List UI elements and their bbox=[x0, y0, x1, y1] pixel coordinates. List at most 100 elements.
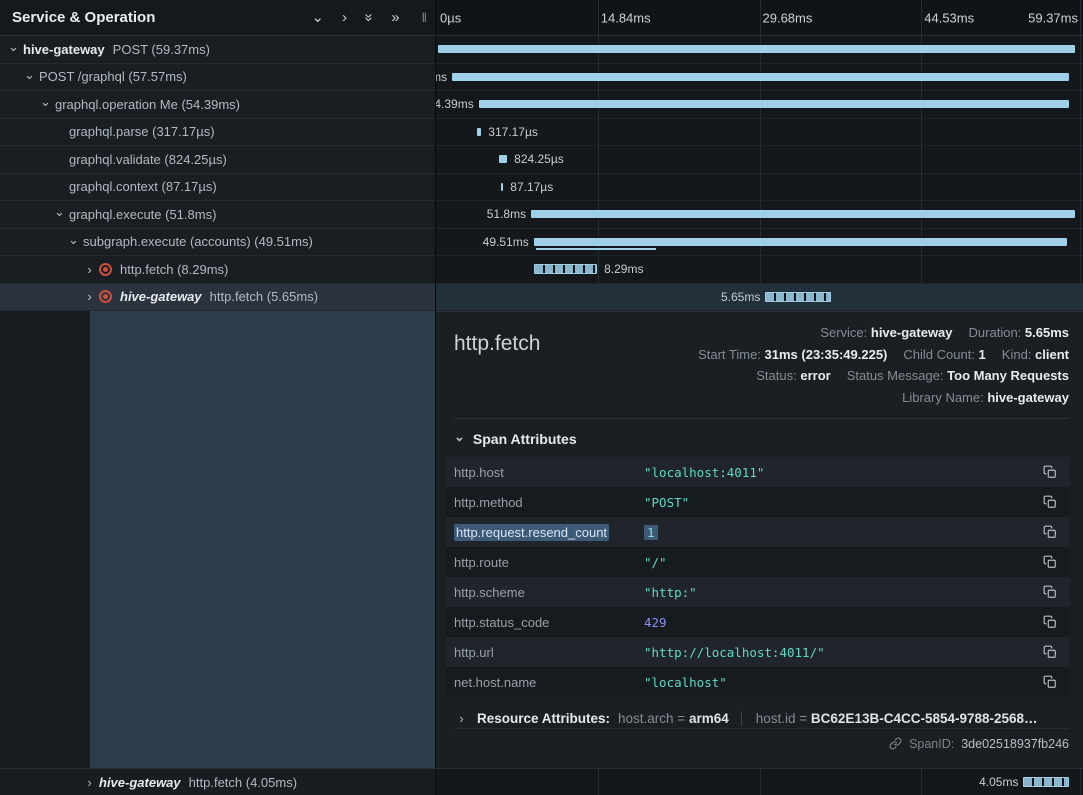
resource-key: host.arch = bbox=[618, 711, 689, 726]
span-tree-row[interactable]: ⌄hive-gateway POST (59.37ms) bbox=[0, 36, 435, 64]
span-attributes-header[interactable]: ⌄ Span Attributes bbox=[454, 431, 1069, 447]
span-bar[interactable] bbox=[501, 183, 504, 191]
child-span-line bbox=[536, 248, 656, 250]
copy-icon[interactable] bbox=[1039, 585, 1057, 599]
attribute-row[interactable]: net.host.name"localhost" bbox=[446, 667, 1069, 697]
span-tree-row[interactable]: graphql.validate (824.25µs) bbox=[0, 146, 435, 174]
span-bar[interactable] bbox=[531, 210, 1074, 218]
meta-item: Start Time: 31ms (23:35:49.225) bbox=[698, 347, 887, 362]
meta-label: Status: bbox=[756, 368, 800, 383]
span-tree-row[interactable]: ›hive-gatewayhttp.fetch (5.65ms) bbox=[0, 284, 435, 312]
operation-label: graphql.parse (317.17µs) bbox=[69, 124, 215, 139]
span-tree-row[interactable]: ›hive-gatewayhttp.fetch (4.05ms) bbox=[0, 769, 435, 795]
waterfall-row[interactable]: 824.25µs bbox=[436, 146, 1083, 174]
copy-icon[interactable] bbox=[1039, 555, 1057, 569]
trace-viewer-app: Service & Operation ⌄›»»‖ 0µs14.84ms29.6… bbox=[0, 0, 1083, 795]
waterfall-row[interactable]: 8.29ms bbox=[436, 256, 1083, 284]
span-tree-row[interactable]: ⌄POST /graphql (57.57ms) bbox=[0, 64, 435, 92]
attribute-value: "localhost" bbox=[644, 675, 1039, 690]
attribute-row[interactable]: http.request.resend_count1 bbox=[446, 517, 1069, 547]
chevron-down-icon[interactable]: ⌄ bbox=[311, 10, 324, 25]
resize-handle-icon[interactable]: ‖ bbox=[422, 11, 427, 24]
waterfall-row[interactable]: 5.65ms bbox=[436, 284, 1083, 312]
chevron-down-icon[interactable]: ⌄ bbox=[22, 67, 37, 83]
span-attributes-title: Span Attributes bbox=[473, 431, 577, 447]
chevron-right-icon[interactable]: › bbox=[82, 289, 97, 304]
span-bar[interactable] bbox=[452, 73, 1069, 81]
copy-icon[interactable] bbox=[1039, 645, 1057, 659]
operation-label: POST (59.37ms) bbox=[113, 42, 210, 57]
chevron-right-icon[interactable]: › bbox=[342, 10, 347, 25]
service-name: hive-gateway bbox=[120, 289, 202, 304]
span-tree: ⌄hive-gatewayPOST (59.37ms)⌄POST /graphq… bbox=[0, 36, 435, 311]
operation-label: http.fetch (4.05ms) bbox=[189, 775, 297, 790]
span-tree-row[interactable]: graphql.context (87.17µs) bbox=[0, 174, 435, 202]
operation-label: graphql.context (87.17µs) bbox=[69, 179, 217, 194]
copy-icon[interactable] bbox=[1039, 615, 1057, 629]
copy-icon[interactable] bbox=[1039, 465, 1057, 479]
timeline-ruler: 0µs14.84ms29.68ms44.53ms59.37ms bbox=[435, 0, 1083, 35]
double-chevron-down-icon[interactable]: » bbox=[362, 13, 377, 21]
span-bar[interactable] bbox=[534, 264, 597, 274]
attribute-row[interactable]: http.route"/" bbox=[446, 547, 1069, 577]
span-bar[interactable] bbox=[479, 100, 1069, 108]
meta-label: Service: bbox=[820, 325, 871, 340]
chevron-right-icon[interactable]: › bbox=[82, 775, 97, 790]
meta-label: Duration: bbox=[969, 325, 1025, 340]
resource-attributes-row[interactable]: › Resource Attributes: host.arch = arm64… bbox=[454, 711, 1069, 726]
waterfall-row[interactable]: 49.51ms bbox=[436, 229, 1083, 257]
panel-title: Service & Operation bbox=[12, 9, 155, 26]
span-tree-row[interactable]: ⌄subgraph.execute (accounts) (49.51ms) bbox=[0, 229, 435, 257]
left-panel-header: Service & Operation ⌄ › » » ‖ bbox=[0, 0, 435, 35]
chevron-down-icon[interactable]: ⌄ bbox=[52, 204, 67, 220]
meta-value: hive-gateway bbox=[871, 325, 953, 340]
link-icon[interactable] bbox=[889, 737, 902, 750]
meta-item: Status: error bbox=[756, 368, 830, 383]
span-tree-row[interactable]: graphql.parse (317.17µs) bbox=[0, 119, 435, 147]
attribute-key: http.route bbox=[454, 555, 644, 570]
chevron-right-icon: › bbox=[454, 711, 469, 726]
span-bar[interactable] bbox=[1023, 777, 1068, 787]
selected-span-region bbox=[90, 311, 435, 768]
waterfall-row[interactable]: 54.39ms bbox=[436, 91, 1083, 119]
chevron-down-icon[interactable]: ⌄ bbox=[6, 39, 21, 55]
span-tree-row[interactable]: ›http.fetch (8.29ms) bbox=[0, 256, 435, 284]
attribute-row[interactable]: http.method"POST" bbox=[446, 487, 1069, 517]
attribute-row[interactable]: http.host"localhost:4011" bbox=[446, 457, 1069, 487]
span-bar[interactable] bbox=[438, 45, 1075, 53]
span-tree-row[interactable]: ⌄graphql.execute (51.8ms) bbox=[0, 201, 435, 229]
resource-attribute: host.id = BC62E13B-C4CC-5854-9788-2568… bbox=[741, 711, 1038, 726]
span-bar[interactable] bbox=[534, 238, 1067, 246]
chevron-right-icon[interactable]: › bbox=[82, 262, 97, 277]
span-tree-row[interactable]: ⌄graphql.operation Me (54.39ms) bbox=[0, 91, 435, 119]
copy-icon[interactable] bbox=[1039, 495, 1057, 509]
meta-label: Start Time: bbox=[698, 347, 764, 362]
attribute-key: http.scheme bbox=[454, 585, 644, 600]
waterfall-row[interactable]: 87.17µs bbox=[436, 174, 1083, 202]
waterfall-row[interactable]: 317.17µs bbox=[436, 119, 1083, 147]
meta-item: Service: hive-gateway bbox=[820, 325, 952, 340]
highlighted-text: http.request.resend_count bbox=[454, 524, 609, 541]
span-bar[interactable] bbox=[765, 292, 831, 302]
chevron-down-icon[interactable]: ⌄ bbox=[66, 232, 81, 248]
copy-icon[interactable] bbox=[1039, 525, 1057, 539]
timeline-gridline bbox=[921, 0, 922, 35]
double-chevron-right-icon[interactable]: » bbox=[391, 10, 399, 25]
attribute-row[interactable]: http.status_code429 bbox=[446, 607, 1069, 637]
span-id-row: SpanID: 3de02518937fb246 bbox=[454, 728, 1069, 758]
span-tree-panel: ⌄hive-gatewayPOST (59.37ms)⌄POST /graphq… bbox=[0, 36, 435, 768]
detail-header: http.fetch Service: hive-gatewayDuration… bbox=[446, 322, 1069, 408]
chevron-down-icon[interactable]: ⌄ bbox=[38, 94, 53, 110]
span-bar[interactable] bbox=[477, 128, 482, 136]
waterfall-row[interactable]: 51.8ms bbox=[436, 201, 1083, 229]
waterfall-row[interactable]: 57.57ms bbox=[436, 64, 1083, 92]
meta-item: Duration: 5.65ms bbox=[969, 325, 1069, 340]
waterfall-row[interactable]: 4.05ms bbox=[436, 769, 1083, 795]
span-bar[interactable] bbox=[499, 155, 507, 163]
copy-icon[interactable] bbox=[1039, 675, 1057, 689]
attribute-row[interactable]: http.scheme"http:" bbox=[446, 577, 1069, 607]
attribute-row[interactable]: http.url"http://localhost:4011/" bbox=[446, 637, 1069, 667]
waterfall-row[interactable] bbox=[436, 36, 1083, 64]
duration-label: 51.8ms bbox=[487, 207, 526, 221]
service-name: hive-gateway bbox=[23, 42, 105, 57]
